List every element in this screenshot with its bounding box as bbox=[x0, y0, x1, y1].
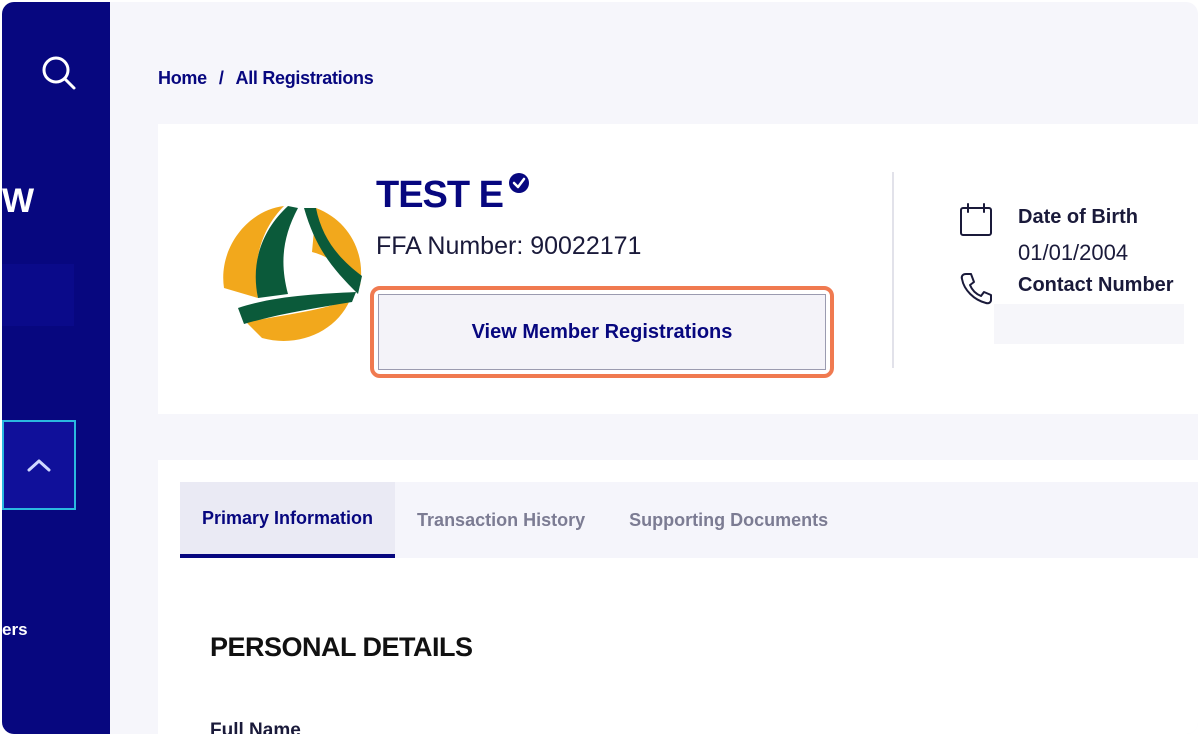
football-australia-logo bbox=[218, 198, 366, 346]
chevron-up-icon bbox=[27, 459, 51, 472]
breadcrumb-home-link[interactable]: Home bbox=[158, 68, 207, 89]
details-tabs: Primary Information Transaction History … bbox=[180, 482, 1198, 558]
app-frame: W ers Home / All Registrations TEST E FF… bbox=[2, 2, 1198, 734]
view-member-registrations-button[interactable]: View Member Registrations bbox=[378, 294, 826, 370]
ffa-number: FFA Number: 90022171 bbox=[376, 232, 642, 260]
sidebar: W ers bbox=[2, 2, 110, 734]
full-name-label: Full Name bbox=[210, 720, 301, 734]
sidebar-item-box[interactable] bbox=[2, 264, 74, 326]
member-name: TEST E bbox=[376, 174, 504, 216]
calendar-icon bbox=[958, 202, 994, 238]
tab-supporting-documents[interactable]: Supporting Documents bbox=[607, 482, 850, 558]
dob-label: Date of Birth bbox=[1018, 206, 1138, 228]
dob-value: 01/01/2004 bbox=[1018, 240, 1129, 265]
sidebar-item-partial[interactable]: ers bbox=[2, 620, 28, 640]
vertical-divider bbox=[892, 172, 894, 368]
phone-icon bbox=[958, 270, 994, 306]
sidebar-heading-partial: W bbox=[2, 182, 34, 220]
member-summary-card: TEST E FFA Number: 90022171 View Member … bbox=[158, 124, 1198, 414]
tab-transaction-history[interactable]: Transaction History bbox=[395, 482, 607, 558]
view-registrations-highlight: View Member Registrations bbox=[370, 286, 834, 378]
breadcrumb-separator: / bbox=[218, 68, 224, 88]
contact-number-label: Contact Number bbox=[1018, 274, 1174, 296]
contact-number-value bbox=[994, 304, 1184, 344]
section-title: PERSONAL DETAILS bbox=[210, 632, 473, 662]
tab-primary-information[interactable]: Primary Information bbox=[180, 482, 396, 558]
search-icon[interactable] bbox=[38, 52, 78, 92]
breadcrumb-current-link[interactable]: All Registrations bbox=[236, 68, 374, 89]
verified-badge-icon bbox=[508, 172, 530, 194]
breadcrumb: Home / All Registrations bbox=[158, 68, 374, 89]
sidebar-collapse-toggle[interactable] bbox=[2, 420, 76, 510]
member-details-card: Primary Information Transaction History … bbox=[158, 460, 1198, 734]
